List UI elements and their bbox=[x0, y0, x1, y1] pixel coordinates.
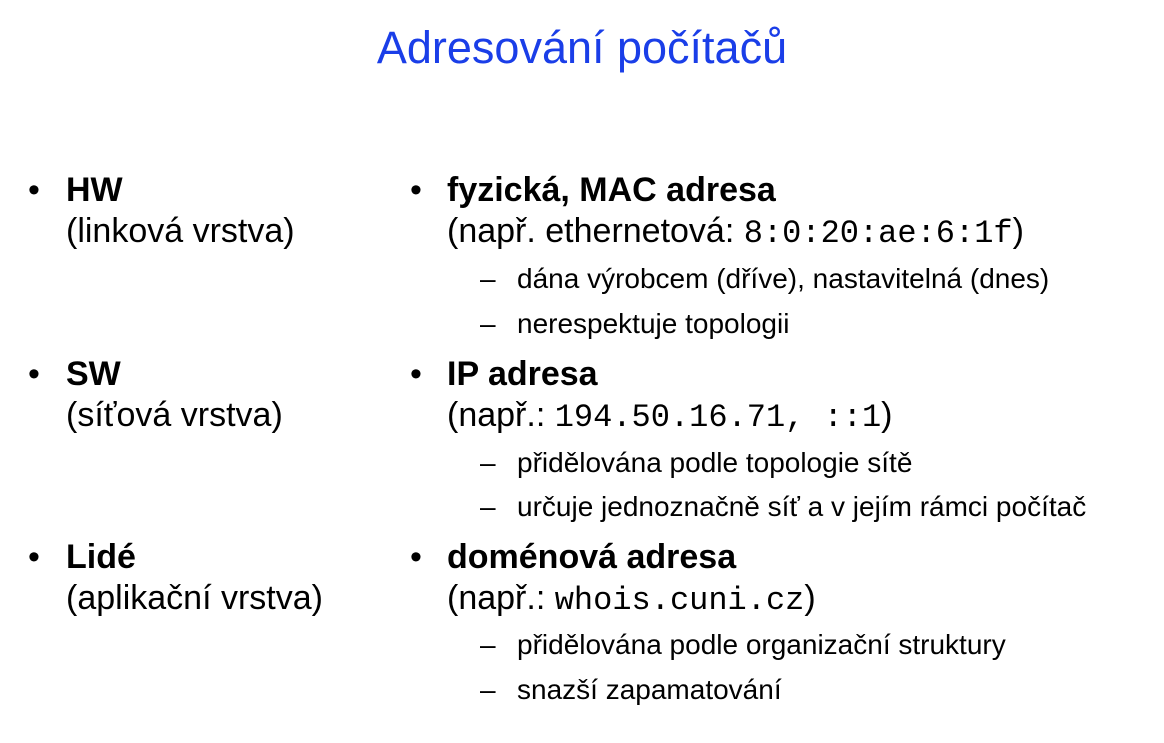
example-code: 194.50.16.71, ::1 bbox=[554, 399, 882, 436]
slide-title: Adresování počítačů bbox=[376, 22, 788, 73]
dash: – bbox=[480, 674, 496, 705]
dash: – bbox=[480, 491, 496, 522]
right-item-domain-heading: doménová adresa bbox=[447, 538, 737, 576]
bullet: • bbox=[410, 538, 422, 576]
right-item-ip-example: (např.: 194.50.16.71, ::1) bbox=[447, 395, 893, 438]
dash: – bbox=[480, 263, 496, 294]
sub-point: snazší zapamatování bbox=[517, 674, 782, 705]
example-suffix: ) bbox=[1012, 212, 1024, 250]
example-code: 8:0:20:ae:6:1f bbox=[743, 215, 1013, 252]
right-item-ip-heading: IP adresa bbox=[447, 355, 598, 393]
left-item-people-name: Lidé bbox=[66, 538, 136, 576]
right-item-mac-example: (např. ethernetová: 8:0:20:ae:6:1f) bbox=[447, 211, 1024, 254]
dash: – bbox=[480, 308, 496, 339]
sub-point: určuje jednoznačně síť a v jejím rámci p… bbox=[517, 491, 1087, 522]
example-prefix: (např.: bbox=[447, 396, 555, 434]
example-prefix: (např. ethernetová: bbox=[447, 212, 744, 250]
right-item-domain-example: (např.: whois.cuni.cz) bbox=[447, 578, 816, 621]
example-code: whois.cuni.cz bbox=[554, 582, 805, 619]
bullet: • bbox=[410, 171, 422, 209]
bullet: • bbox=[28, 171, 40, 209]
example-prefix: (např.: bbox=[447, 579, 555, 617]
dash: – bbox=[480, 447, 496, 478]
bullet: • bbox=[28, 355, 40, 393]
sub-point: nerespektuje topologii bbox=[517, 308, 790, 339]
bullet: • bbox=[410, 355, 422, 393]
bullet: • bbox=[28, 538, 40, 576]
left-item-sw-layer: (síťová vrstva) bbox=[66, 396, 283, 434]
left-item-sw-name: SW bbox=[66, 355, 121, 393]
left-item-hw-name: HW bbox=[66, 171, 123, 209]
left-item-hw-layer: (linková vrstva) bbox=[66, 212, 295, 250]
sub-point: přidělována podle organizační struktury bbox=[517, 629, 1006, 660]
example-suffix: ) bbox=[881, 396, 893, 434]
sub-point: přidělována podle topologie sítě bbox=[517, 447, 913, 478]
dash: – bbox=[480, 629, 496, 660]
example-suffix: ) bbox=[804, 579, 816, 617]
right-item-mac-heading: fyzická, MAC adresa bbox=[447, 171, 776, 209]
sub-point: dána výrobcem (dříve), nastavitelná (dne… bbox=[517, 263, 1050, 294]
left-item-people-layer: (aplikační vrstva) bbox=[66, 579, 323, 617]
